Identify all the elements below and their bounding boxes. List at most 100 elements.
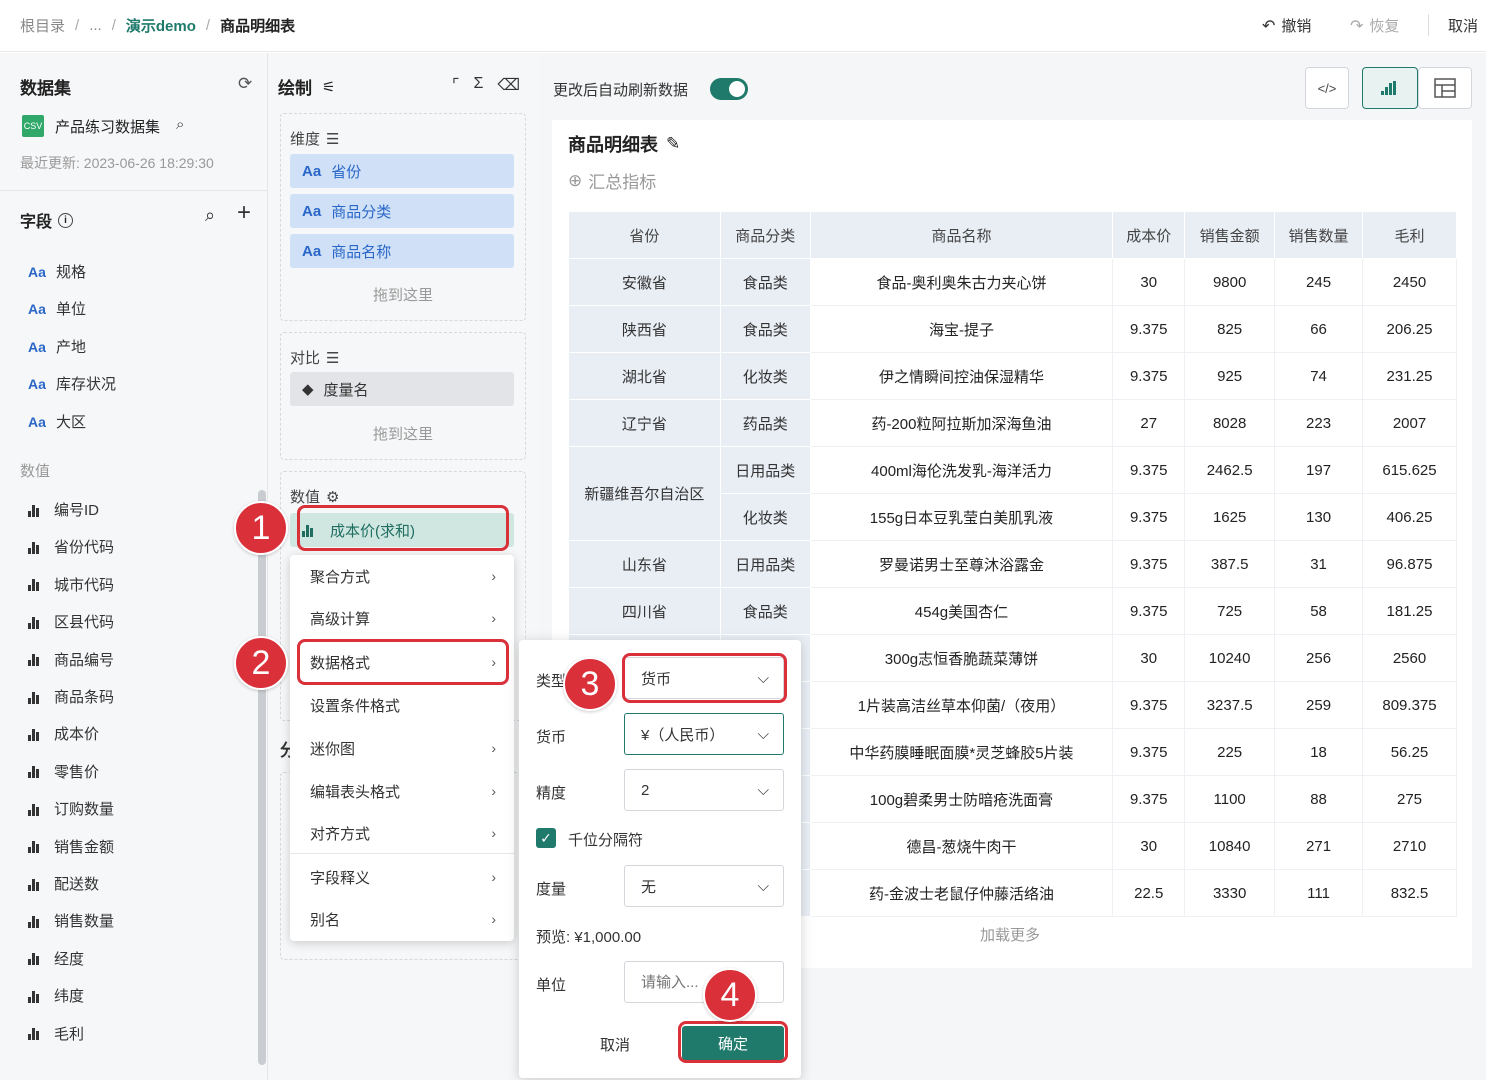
breadcrumb-parent[interactable]: 演示demo — [126, 15, 196, 36]
dataset-name[interactable]: 产品练习数据集 — [55, 116, 160, 137]
add-field-icon[interactable]: + — [237, 201, 251, 225]
dimension-field[interactable]: Aa 规格 — [28, 261, 86, 282]
code-view-button[interactable]: </> — [1305, 67, 1349, 109]
table-cell: 9.375 — [1112, 681, 1186, 729]
chart-title[interactable]: 商品明细表 — [568, 131, 658, 157]
menu-item[interactable]: 聚合方式 › — [290, 555, 514, 597]
menu-item[interactable]: 编辑表头格式 › — [290, 770, 514, 812]
dimension-pill[interactable]: Aa 商品名称 — [290, 234, 514, 268]
menu-item-label: 高级计算 — [310, 610, 371, 628]
dimension-field[interactable]: Aa 单位 — [28, 298, 86, 319]
table-cell: 化妆类 — [719, 493, 811, 541]
cancel-label: 取消 — [1448, 18, 1479, 35]
measure-field[interactable]: 成本价 — [28, 723, 99, 744]
measure-field[interactable]: 纬度 — [28, 985, 84, 1006]
preview-dataset-icon[interactable]: ⌕ — [176, 116, 184, 133]
currency-select[interactable]: ¥（人民币） ⌵ — [624, 713, 784, 755]
table-cell: 安徽省 — [568, 258, 721, 306]
step-badge-3: 3 — [563, 657, 617, 711]
menu-item-label: 对齐方式 — [310, 825, 371, 843]
cancel-button[interactable]: 取消 — [1448, 15, 1486, 36]
measure-field[interactable]: 省份代码 — [28, 536, 114, 557]
column-header[interactable]: 商品名称 — [809, 211, 1114, 259]
menu-item[interactable]: 设置条件格式 — [290, 684, 514, 726]
menu-item-label: 别名 — [310, 911, 341, 929]
dimension-pill[interactable]: Aa 省份 — [290, 154, 514, 188]
dimension-field[interactable]: Aa 大区 — [28, 411, 86, 432]
column-header[interactable]: 销售数量 — [1274, 211, 1363, 259]
measure-field[interactable]: 经度 — [28, 948, 84, 969]
table-view-button[interactable] — [1418, 67, 1472, 109]
menu-item[interactable]: 别名 › — [290, 898, 514, 940]
menu-item[interactable]: 迷你图 › — [290, 727, 514, 769]
column-header[interactable]: 销售金额 — [1184, 211, 1276, 259]
table-cell: 湖北省 — [568, 352, 721, 400]
settings-sliders-icon[interactable]: ⚟ — [322, 78, 335, 96]
precision-select[interactable]: 2 ⌵ — [624, 769, 784, 811]
table-cell: 新疆维吾尔自治区 — [568, 446, 721, 541]
column-header[interactable]: 商品分类 — [719, 211, 811, 259]
highlight-data-format — [297, 639, 509, 685]
sigma-icon[interactable]: Σ — [474, 75, 484, 95]
measure-field[interactable]: 商品编号 — [28, 649, 114, 670]
measure-field[interactable]: 城市代码 — [28, 574, 114, 595]
measure-bars-icon — [28, 1026, 46, 1041]
measure-field[interactable]: 配送数 — [28, 873, 99, 894]
redo-button[interactable]: ↷ 恢复 — [1350, 15, 1399, 36]
chart-view-button[interactable] — [1362, 67, 1418, 109]
summary-metrics-button[interactable]: ⊕ 汇总指标 — [568, 168, 656, 193]
breadcrumb-ellipsis[interactable]: ... — [89, 17, 102, 34]
dimension-field[interactable]: Aa 库存状况 — [28, 373, 116, 394]
menu-item[interactable]: 对齐方式 › — [290, 812, 514, 854]
unit-scale-select[interactable]: 无 ⌵ — [624, 865, 784, 907]
search-icon[interactable]: ⌕ — [205, 205, 215, 226]
corner-icon[interactable]: ⌜ — [452, 75, 460, 95]
gear-icon[interactable]: ⚙ — [326, 488, 339, 506]
measure-field[interactable]: 毛利 — [28, 1023, 84, 1044]
measure-field[interactable]: 销售金额 — [28, 836, 114, 857]
filter-lines-icon[interactable]: ☰ — [326, 349, 339, 367]
thousands-checkbox[interactable]: ✓ — [536, 828, 556, 848]
menu-item[interactable]: 字段释义 › — [290, 856, 514, 898]
fields-title: 字段 — [20, 214, 53, 231]
filter-lines-icon[interactable]: ☰ — [326, 130, 339, 148]
load-more-button[interactable]: 加载更多 — [980, 924, 1040, 945]
dimension-pill-label: 省份 — [331, 163, 362, 181]
table-cell: 2710 — [1362, 822, 1457, 870]
table-cell: 德昌-葱烧牛肉干 — [809, 822, 1114, 870]
measure-field[interactable]: 订购数量 — [28, 798, 114, 819]
measure-field[interactable]: 零售价 — [28, 761, 99, 782]
refresh-dataset-icon[interactable]: ⟳ — [238, 74, 252, 94]
auto-refresh-toggle[interactable] — [710, 78, 748, 100]
undo-button[interactable]: ↶ 撤销 — [1262, 15, 1311, 36]
left-scrollbar[interactable] — [258, 490, 266, 1065]
measure-bars-icon — [28, 802, 46, 816]
breadcrumb-separator: / — [111, 17, 116, 34]
breadcrumb-root[interactable]: 根目录 — [20, 15, 65, 36]
dimension-pill[interactable]: Aa 商品分类 — [290, 194, 514, 228]
value-header: 数值 ⚙ — [290, 486, 339, 507]
compare-pill[interactable]: ◆ 度量名 — [290, 372, 514, 406]
edit-pencil-icon[interactable]: ✎ — [666, 134, 680, 154]
table-cell: 100g碧柔男士防暗疮洗面膏 — [809, 775, 1114, 823]
table-cell: 罗曼诺男士至尊沐浴露金 — [809, 540, 1114, 588]
menu-item[interactable]: 高级计算 › — [290, 597, 514, 639]
measure-field[interactable]: 区县代码 — [28, 611, 114, 632]
measure-field[interactable]: 商品条码 — [28, 686, 114, 707]
column-header[interactable]: 省份 — [568, 211, 721, 259]
draw-title: 绘制 — [278, 79, 312, 98]
column-header[interactable]: 成本价 — [1112, 211, 1186, 259]
table-cell: 809.375 — [1362, 681, 1457, 729]
measure-field[interactable]: 编号ID — [28, 499, 99, 520]
dimension-field[interactable]: Aa 产地 — [28, 336, 86, 357]
info-icon[interactable]: i — [58, 212, 74, 228]
measure-bars-icon — [28, 503, 46, 517]
column-header[interactable]: 毛利 — [1362, 211, 1457, 259]
tag-icon: ◆ — [302, 381, 314, 398]
eraser-icon[interactable]: ⌫ — [497, 75, 520, 95]
unit-scale-value: 无 — [641, 878, 657, 896]
format-cancel-button[interactable]: 取消 — [600, 1034, 630, 1055]
step-badge-4: 4 — [703, 968, 757, 1022]
field-label: 经度 — [54, 950, 85, 968]
measure-field[interactable]: 销售数量 — [28, 910, 114, 931]
